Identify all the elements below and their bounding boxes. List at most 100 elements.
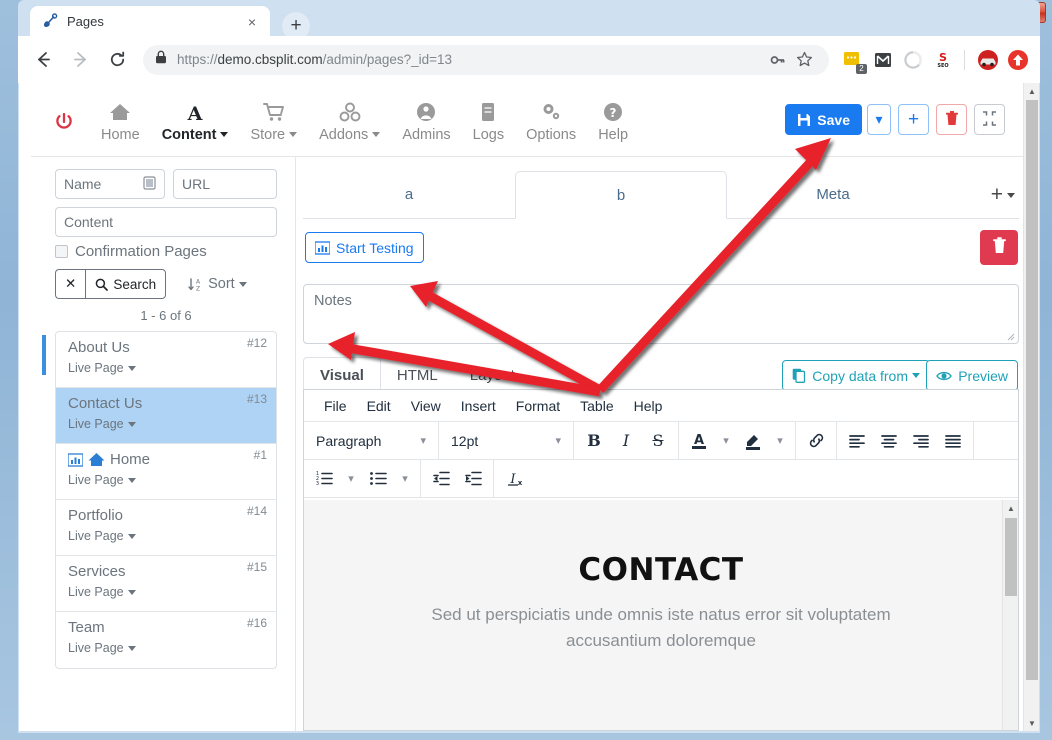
page-name: About Us — [68, 339, 130, 356]
nav-item-help[interactable]: ? Help — [598, 97, 628, 143]
highlight-color-dropdown[interactable]: ▾ — [769, 426, 791, 456]
confirmation-pages-checkbox[interactable] — [55, 245, 68, 258]
power-icon[interactable] — [49, 107, 79, 133]
content-filter-input[interactable]: Content — [55, 207, 277, 237]
tab-variant-b[interactable]: b — [515, 171, 727, 219]
favicon-icon — [41, 13, 59, 31]
scroll-down-arrow-icon[interactable]: ▼ — [1024, 715, 1039, 731]
menu-edit[interactable]: Edit — [357, 398, 401, 414]
tab-layout[interactable]: Layout — [454, 357, 531, 393]
list-item[interactable]: #14 Portfolio Live Page — [56, 500, 276, 556]
chevron-down-icon — [289, 132, 297, 137]
nav-item-store[interactable]: Store — [250, 97, 297, 143]
key-icon[interactable] — [765, 47, 791, 73]
start-testing-button[interactable]: Start Testing — [305, 232, 424, 263]
menu-table[interactable]: Table — [570, 398, 623, 414]
text-color-icon[interactable]: A — [683, 426, 715, 456]
menu-view[interactable]: View — [401, 398, 451, 414]
name-filter-input[interactable]: Name — [55, 169, 165, 199]
bold-button[interactable]: B — [578, 426, 610, 456]
save-button[interactable]: Save — [785, 104, 862, 135]
menu-file[interactable]: File — [314, 398, 357, 414]
menu-insert[interactable]: Insert — [451, 398, 506, 414]
nav-item-options[interactable]: Options — [526, 97, 576, 143]
delete-variant-button[interactable] — [980, 230, 1018, 265]
url-filter-input[interactable]: URL — [173, 169, 277, 199]
preview-button[interactable]: Preview — [926, 360, 1018, 391]
align-justify-icon[interactable] — [937, 426, 969, 456]
car-extension-icon[interactable] — [976, 48, 1000, 72]
bullet-list-icon[interactable] — [362, 464, 394, 494]
numbered-list-dropdown[interactable]: ▾ — [340, 464, 362, 494]
add-button[interactable]: + — [898, 104, 929, 135]
tab-visual[interactable]: Visual — [303, 357, 381, 393]
align-right-icon[interactable] — [905, 426, 937, 456]
sort-button[interactable]: AZ Sort — [188, 276, 247, 292]
save-dropdown-button[interactable]: ▾ — [867, 104, 891, 135]
page-scroll-thumb[interactable] — [1026, 100, 1038, 680]
tab-variant-a[interactable]: a — [303, 171, 515, 219]
nav-item-admins[interactable]: Admins — [402, 97, 450, 143]
collapse-button[interactable] — [974, 104, 1005, 135]
editor-scrollbar[interactable]: ▲ — [1002, 500, 1018, 730]
close-icon[interactable]: × — [242, 12, 262, 32]
browser-tab[interactable]: Pages × — [30, 6, 270, 37]
back-button[interactable] — [28, 45, 58, 75]
reload-button[interactable] — [102, 45, 132, 75]
align-center-icon[interactable] — [873, 426, 905, 456]
list-item[interactable]: #15 Services Live Page — [56, 556, 276, 612]
text-color-dropdown[interactable]: ▾ — [715, 426, 737, 456]
nav-item-addons[interactable]: Addons — [319, 97, 380, 143]
chevron-down-icon: ▾ — [555, 434, 561, 447]
list-item[interactable]: #16 Team Live Page — [56, 612, 276, 668]
link-icon[interactable] — [800, 426, 832, 456]
list-item[interactable]: #12 About Us Live Page — [56, 332, 276, 388]
numbered-list-icon[interactable]: 123 — [308, 464, 340, 494]
tab-html[interactable]: HTML — [381, 357, 454, 393]
floppy-icon — [797, 113, 811, 127]
list-item[interactable]: #13 Contact Us Live Page — [56, 388, 276, 444]
nav-item-content[interactable]: A Content — [162, 97, 229, 143]
nav-item-home[interactable]: Home — [101, 97, 140, 143]
gmail-extension-icon[interactable] — [871, 48, 895, 72]
align-left-icon[interactable] — [841, 426, 873, 456]
confirmation-pages-row[interactable]: Confirmation Pages — [55, 243, 283, 260]
notes-textarea[interactable]: Notes — [303, 284, 1019, 344]
scroll-up-arrow-icon[interactable]: ▲ — [1024, 83, 1039, 99]
nav-item-logs[interactable]: Logs — [473, 97, 504, 143]
bullet-list-dropdown[interactable]: ▾ — [394, 464, 416, 494]
copy-data-from-button[interactable]: Copy data from — [782, 360, 930, 391]
extension-badge: 2 — [856, 64, 867, 74]
clear-formatting-icon[interactable]: Ix — [498, 464, 530, 494]
highlight-color-icon[interactable] — [737, 426, 769, 456]
chevron-down-icon — [372, 132, 380, 137]
tab-meta[interactable]: Meta — [727, 171, 939, 219]
outdent-icon[interactable] — [425, 464, 457, 494]
clear-filters-button[interactable]: ✕ — [55, 269, 85, 299]
browser-window: Pages × + https://demo.cbsplit.com/admin… — [18, 0, 1040, 733]
circle-extension-icon[interactable] — [901, 48, 925, 72]
seo-extension-icon[interactable]: SSEO — [931, 48, 955, 72]
scroll-up-arrow-icon[interactable]: ▲ — [1003, 500, 1019, 516]
editor-scroll-thumb[interactable] — [1005, 518, 1017, 596]
editor-content-area[interactable]: CONTACT Sed ut perspiciatis unde omnis i… — [304, 500, 1018, 730]
page-scrollbar[interactable]: ▲ ▼ — [1023, 83, 1039, 731]
resize-handle-icon[interactable] — [1006, 332, 1016, 342]
strikethrough-button[interactable]: S — [642, 426, 674, 456]
delete-button[interactable] — [936, 104, 967, 135]
block-format-select[interactable]: Paragraph ▾ — [308, 422, 434, 459]
indent-icon[interactable] — [457, 464, 489, 494]
address-bar[interactable]: https://demo.cbsplit.com/admin/pages?_id… — [143, 45, 829, 75]
italic-button[interactable]: I — [610, 426, 642, 456]
menu-help[interactable]: Help — [624, 398, 673, 414]
star-icon[interactable] — [791, 47, 817, 73]
forward-button[interactable] — [65, 45, 95, 75]
search-button[interactable]: Search — [85, 269, 166, 299]
add-variant-button[interactable]: + — [991, 183, 1015, 207]
notes-extension-icon[interactable]: 2 — [841, 48, 865, 72]
upload-extension-icon[interactable] — [1006, 48, 1030, 72]
browser-tab-title: Pages — [67, 14, 242, 29]
list-item[interactable]: #1 Home Live Page — [56, 444, 276, 500]
menu-format[interactable]: Format — [506, 398, 570, 414]
font-size-select[interactable]: 12pt ▾ — [443, 422, 569, 459]
